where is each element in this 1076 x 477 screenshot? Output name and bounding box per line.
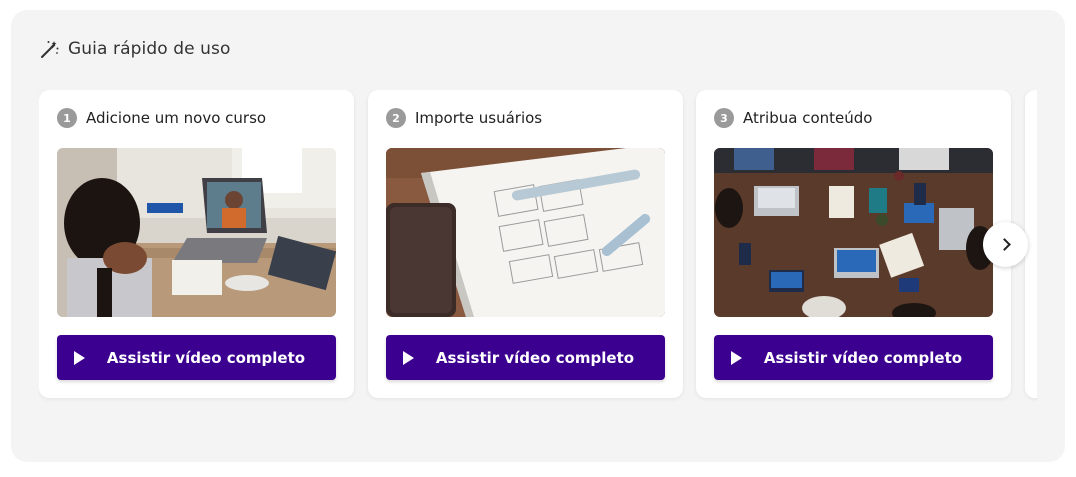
play-icon [402, 350, 414, 365]
watch-video-button[interactable]: Assistir vídeo completo [57, 335, 336, 380]
watch-video-label: Assistir vídeo completo [106, 348, 306, 367]
carousel-next-button[interactable] [983, 222, 1028, 267]
step-number-badge: 3 [714, 108, 734, 128]
step-number-badge: 2 [386, 108, 406, 128]
card-header: 3 Atribua conteúdo [714, 108, 872, 128]
card-header: 2 Importe usuários [386, 108, 542, 128]
card-header: 1 Adicione um novo curso [57, 108, 266, 128]
wireframe-sketch-notebook-photo [386, 148, 665, 317]
girl-video-call-laptop-photo [57, 148, 336, 317]
quick-guide-panel: Guia rápido de uso 1 Adicione um novo cu… [11, 10, 1065, 462]
chevron-right-icon [997, 238, 1011, 251]
card-title: Atribua conteúdo [743, 109, 873, 127]
watch-video-label: Assistir vídeo completo [435, 348, 635, 367]
card-title: Importe usuários [415, 109, 543, 127]
team-meeting-table-photo [714, 148, 993, 317]
guide-card-import-users: 2 Importe usuários Assistir vídeo comple… [368, 90, 683, 398]
play-icon [73, 350, 85, 365]
cards-carousel: 1 Adicione um novo curso Assistir vídeo … [39, 90, 1037, 410]
magic-wand-icon [40, 40, 59, 59]
panel-header: Guia rápido de uso [40, 39, 231, 59]
guide-card-add-course: 1 Adicione um novo curso Assistir vídeo … [39, 90, 354, 398]
guide-card-assign-content: 3 Atribua conteúdo Assistir vídeo comple… [696, 90, 1011, 398]
watch-video-button[interactable]: Assistir vídeo completo [714, 335, 993, 380]
watch-video-button[interactable]: Assistir vídeo completo [386, 335, 665, 380]
play-icon [730, 350, 742, 365]
panel-title: Guia rápido de uso [68, 39, 231, 59]
watch-video-label: Assistir vídeo completo [763, 348, 963, 367]
card-title: Adicione um novo curso [86, 109, 267, 127]
step-number-badge: 1 [57, 108, 77, 128]
